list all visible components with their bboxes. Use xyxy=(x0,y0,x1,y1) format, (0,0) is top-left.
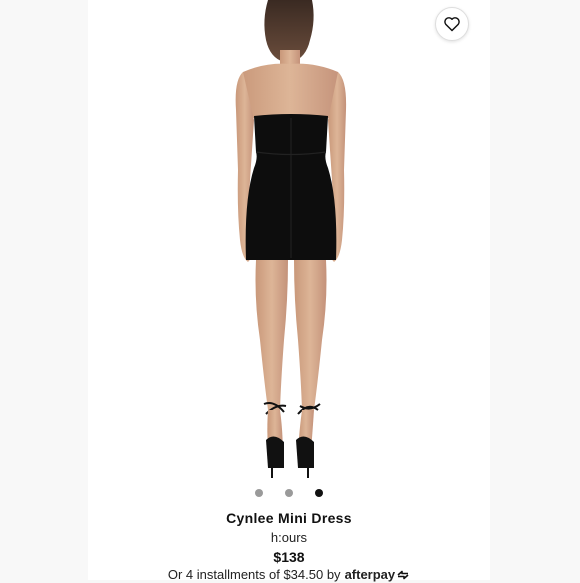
favorite-button[interactable] xyxy=(435,7,469,41)
right-background-strip xyxy=(490,0,580,580)
gallery-dot-3[interactable] xyxy=(315,489,323,497)
heart-outline-icon xyxy=(444,17,460,32)
product-brand[interactable]: h:ours xyxy=(88,529,490,547)
installments-text: Or 4 installments of $34.50 by xyxy=(167,567,341,582)
afterpay-label: afterpay xyxy=(344,567,396,582)
afterpay-arrows-icon xyxy=(397,570,409,580)
installments-line: Or 4 installments of $34.50 by afterpay xyxy=(88,567,490,583)
gallery-dot-2[interactable] xyxy=(285,489,293,497)
model-wearing-dress-image xyxy=(235,0,347,478)
afterpay-link[interactable]: afterpay xyxy=(345,567,411,583)
gallery-pagination xyxy=(88,489,490,499)
product-card: Cynlee Mini Dress h:ours $138 Or 4 insta… xyxy=(88,0,490,583)
product-name: Cynlee Mini Dress xyxy=(226,510,352,526)
left-background-strip xyxy=(0,0,88,580)
product-photo[interactable] xyxy=(88,0,490,480)
product-info: Cynlee Mini Dress h:ours $138 Or 4 insta… xyxy=(88,509,490,583)
gallery-dot-1[interactable] xyxy=(255,489,263,497)
product-price: $138 xyxy=(273,549,305,565)
